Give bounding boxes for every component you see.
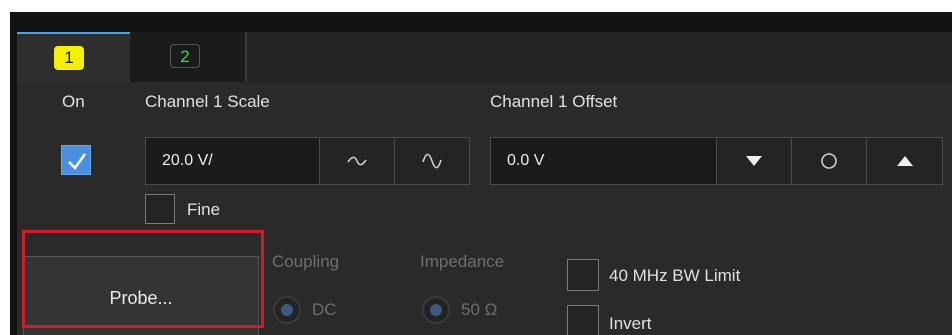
tab-channel-2[interactable]: 2 [130,32,246,82]
channel-1-badge: 1 [54,46,84,70]
channel-offset-field[interactable]: 0.0 V [490,137,717,185]
fine-checkbox[interactable] [145,194,175,224]
channel-scale-field[interactable]: 20.0 V/ [145,137,320,185]
channel-tab-bar: 1 2 [17,32,952,82]
scale-increase-button[interactable] [394,137,470,185]
on-label: On [62,92,85,111]
impedance-50ohm-label: 50 Ω [461,300,498,319]
triangle-up-icon [896,156,913,166]
probe-highlight-frame [22,230,264,328]
checkmark-icon [68,153,87,170]
channel-on-checkbox[interactable] [61,145,91,175]
increase-wave-icon [422,153,442,169]
coupling-dc-label: DC [312,300,337,319]
channel-scale-value: 20.0 V/ [162,152,213,169]
impedance-50ohm-radio[interactable] [422,296,450,324]
bw-limit-label: 40 MHz BW Limit [609,266,741,285]
channel-2-badge: 2 [170,44,200,68]
tab-channel-1[interactable]: 1 [17,32,130,82]
coupling-dc-radio[interactable] [273,296,301,324]
tab-bar-filler [246,32,952,82]
impedance-label: Impedance [420,252,505,271]
coupling-label: Coupling [272,252,340,271]
channel-offset-value: 0.0 V [507,152,545,169]
offset-zero-button[interactable] [791,137,867,185]
invert-label: Invert [609,314,652,333]
decrease-wave-icon [347,156,367,166]
channel-offset-label: Channel 1 Offset [490,92,618,111]
channel-scale-label: Channel 1 Scale [145,92,270,111]
circle-icon [821,153,837,169]
fine-label: Fine [187,200,221,219]
offset-decrease-button[interactable] [716,137,792,185]
bw-limit-checkbox[interactable] [567,259,599,291]
offset-increase-button[interactable] [866,137,943,185]
triangle-down-icon [746,156,762,166]
scale-decrease-button[interactable] [319,137,395,185]
invert-checkbox[interactable] [567,305,599,335]
